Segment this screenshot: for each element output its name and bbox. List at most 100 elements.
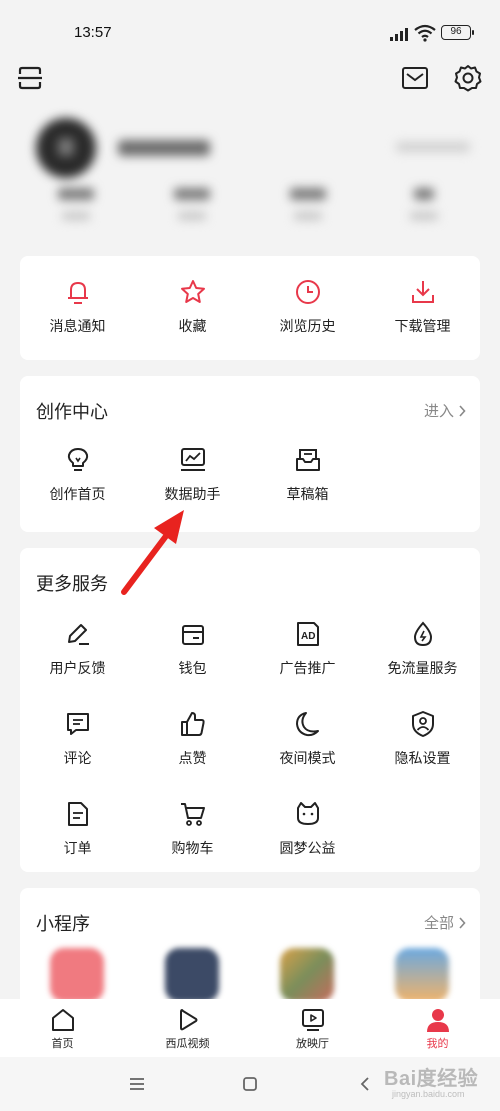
tab-xigua-video[interactable]: 西瓜视频 — [125, 999, 250, 1057]
bell-icon — [67, 282, 88, 304]
mini-programs-all-link[interactable]: 全部 — [424, 912, 466, 933]
mini-programs-title: 小程序 — [36, 914, 90, 935]
tab-label: 放映厅 — [296, 1037, 329, 1050]
tab-label: 西瓜视频 — [165, 1037, 210, 1050]
pencil-icon — [67, 624, 89, 645]
service-label: 订单 — [63, 841, 92, 857]
quick-action-label: 收藏 — [178, 319, 207, 335]
watermark-sub: jingyan.baidu.com — [392, 1089, 465, 1099]
person-icon — [426, 1009, 449, 1032]
wifi-icon — [414, 24, 436, 42]
quick-actions-card: 消息通知 收藏 浏览历史 下载管理 — [20, 256, 480, 360]
stat-blurred[interactable] — [278, 188, 338, 220]
tab-label: 我的 — [426, 1037, 449, 1050]
shield-user-icon — [411, 711, 434, 737]
clock-icon — [295, 280, 320, 304]
likes-button[interactable]: 点赞 — [135, 710, 250, 768]
service-label: 免流量服务 — [387, 661, 458, 677]
more-services-title: 更多服务 — [36, 574, 108, 595]
service-label: 隐私设置 — [394, 751, 451, 767]
stat-blurred[interactable] — [394, 188, 454, 220]
tv-icon — [301, 1009, 324, 1031]
star-icon — [180, 280, 205, 303]
creator-item-label: 草稿箱 — [286, 487, 329, 503]
data-assistant-button[interactable]: 数据助手 — [135, 446, 250, 504]
creator-item-label: 创作首页 — [49, 487, 106, 503]
ad-promotion-button[interactable]: AD 广告推广 — [250, 620, 365, 678]
home-icon — [51, 1009, 74, 1031]
service-label: 评论 — [63, 751, 92, 767]
bottom-tab-bar: 首页 西瓜视频 放映厅 我的 — [0, 999, 500, 1057]
scan-icon[interactable] — [14, 62, 46, 94]
service-label: 购物车 — [171, 841, 214, 857]
cart-icon — [180, 803, 205, 826]
mail-icon[interactable] — [399, 62, 431, 94]
svg-text:AD: AD — [301, 631, 315, 642]
enter-label: 进入 — [423, 402, 454, 420]
service-label: 用户反馈 — [49, 661, 106, 677]
download-icon — [411, 281, 434, 303]
tab-label: 首页 — [51, 1037, 74, 1050]
wallet-button[interactable]: 钱包 — [135, 620, 250, 678]
service-label: 钱包 — [178, 661, 207, 677]
service-label: 圆梦公益 — [279, 841, 336, 857]
more-services-card: 更多服务 用户反馈 钱包 AD 广告推广 免流量服务 评论 点赞 夜间模式 隐私… — [20, 548, 480, 872]
creator-center-title: 创作中心 — [36, 402, 108, 423]
username-blurred — [118, 140, 210, 156]
free-data-button[interactable]: 免流量服务 — [365, 620, 480, 678]
tab-home[interactable]: 首页 — [0, 999, 125, 1057]
profile-link-blurred[interactable] — [396, 142, 470, 152]
document-icon — [67, 802, 88, 826]
creator-center-card: 创作中心 进入 创作首页 数据助手 草稿箱 — [20, 376, 480, 532]
cat-icon — [296, 802, 319, 825]
favorites-button[interactable]: 收藏 — [135, 278, 250, 336]
orders-button[interactable]: 订单 — [20, 800, 135, 858]
draft-box-icon — [295, 449, 320, 471]
menu-icon[interactable] — [124, 1071, 150, 1097]
cart-button[interactable]: 购物车 — [135, 800, 250, 858]
drop-icon — [413, 621, 432, 647]
charity-button[interactable]: 圆梦公益 — [250, 800, 365, 858]
avatar[interactable] — [36, 118, 96, 178]
night-mode-button[interactable]: 夜间模式 — [250, 710, 365, 768]
home-square-icon[interactable] — [237, 1071, 263, 1097]
status-time: 13:57 — [74, 24, 112, 41]
profile-header[interactable] — [0, 110, 500, 250]
stat-blurred[interactable] — [46, 188, 106, 220]
gear-icon[interactable] — [452, 62, 484, 94]
chevron-right-icon — [459, 916, 466, 929]
chart-monitor-icon — [180, 448, 205, 471]
tab-theater[interactable]: 放映厅 — [250, 999, 375, 1057]
back-icon[interactable] — [352, 1071, 378, 1097]
battery-indicator: 96 — [441, 25, 474, 40]
play-icon — [179, 1009, 197, 1031]
stat-blurred[interactable] — [162, 188, 222, 220]
drafts-button[interactable]: 草稿箱 — [250, 446, 365, 504]
service-label: 夜间模式 — [279, 751, 336, 767]
comment-icon — [66, 713, 89, 735]
status-bar: 13:57 96 — [0, 0, 500, 62]
downloads-button[interactable]: 下载管理 — [365, 278, 480, 336]
thumbs-up-icon — [180, 712, 205, 736]
mini-program-app[interactable] — [280, 948, 334, 1002]
creator-home-button[interactable]: 创作首页 — [20, 446, 135, 504]
creator-item-label: 数据助手 — [164, 487, 221, 503]
watermark: Bai度经验 — [384, 1068, 479, 1090]
notifications-button[interactable]: 消息通知 — [20, 278, 135, 336]
mini-program-app[interactable] — [165, 948, 219, 1002]
quick-action-label: 下载管理 — [394, 319, 451, 335]
quick-action-label: 浏览历史 — [279, 319, 336, 335]
wallet-icon — [181, 625, 204, 645]
moon-icon — [295, 712, 319, 737]
privacy-settings-button[interactable]: 隐私设置 — [365, 710, 480, 768]
feedback-button[interactable]: 用户反馈 — [20, 620, 135, 678]
chevron-right-icon — [459, 404, 466, 417]
comments-button[interactable]: 评论 — [20, 710, 135, 768]
tab-mine[interactable]: 我的 — [375, 999, 500, 1057]
history-button[interactable]: 浏览历史 — [250, 278, 365, 336]
mini-program-app[interactable] — [395, 948, 449, 1002]
creator-center-enter-link[interactable]: 进入 — [424, 400, 466, 421]
service-label: 广告推广 — [279, 661, 336, 677]
mini-program-app[interactable] — [50, 948, 104, 1002]
signal-icon — [390, 28, 408, 41]
